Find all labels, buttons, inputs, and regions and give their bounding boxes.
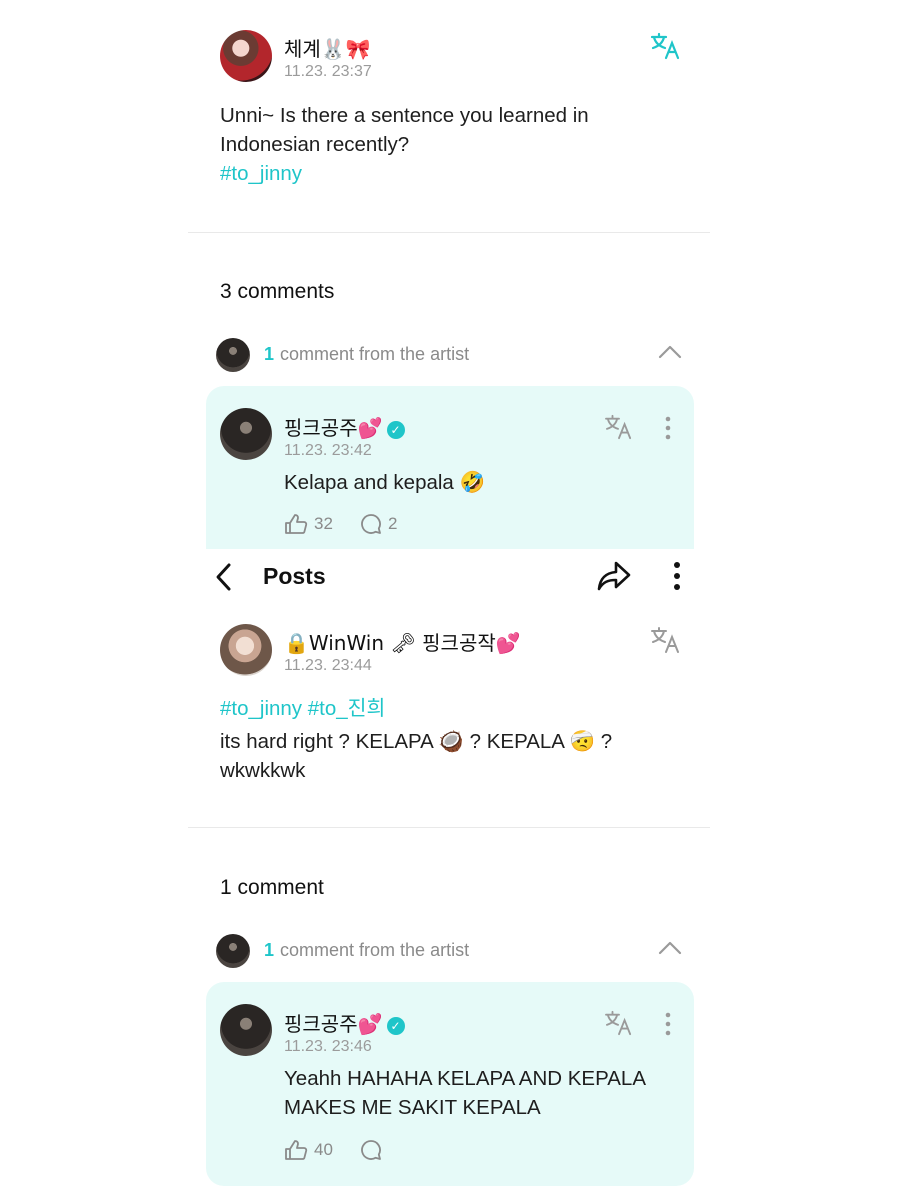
- chevron-up-icon[interactable]: [658, 940, 682, 956]
- artist-comment-toggle[interactable]: 1 comment from the artist: [264, 344, 469, 365]
- divider: [188, 232, 710, 233]
- chevron-up-icon[interactable]: [658, 344, 682, 360]
- more-vert-icon[interactable]: [664, 416, 672, 440]
- post-time: 11.23. 23:44: [284, 657, 372, 674]
- divider: [188, 827, 710, 828]
- like-icon: [285, 1140, 308, 1160]
- avatar[interactable]: [220, 1004, 272, 1056]
- comment-text-line2: MAKES ME SAKIT KEPALA: [284, 1096, 541, 1119]
- artist-comment-card: 핑크공주💕 ✓ 11.23. 23:46 Yeahh HAHAHA KELAPA …: [206, 982, 694, 1186]
- verified-icon: ✓: [386, 420, 405, 439]
- post-text-line1: Unni~ Is there a sentence you learned in: [220, 104, 589, 127]
- comments-count: 3 comments: [220, 280, 335, 303]
- avatar[interactable]: [220, 408, 272, 460]
- artist-comment-count: 1: [264, 344, 275, 364]
- artist-comment-toggle[interactable]: 1 comment from the artist: [264, 940, 469, 961]
- back-icon[interactable]: [214, 562, 234, 592]
- artist-comment-label: comment from the artist: [280, 940, 470, 960]
- hashtag-link[interactable]: #to_jinny #to_진희: [220, 694, 385, 723]
- post-author[interactable]: 체계🐰🎀: [284, 33, 371, 62]
- translate-icon[interactable]: [650, 32, 682, 60]
- comment-text: Kelapa and kepala 🤣: [284, 471, 486, 494]
- reply-button[interactable]: [360, 1139, 382, 1161]
- comment-author-name: 핑크공주💕: [284, 1012, 383, 1036]
- comment-time: 11.23. 23:42: [284, 442, 372, 459]
- avatar[interactable]: [220, 30, 272, 82]
- post-text-line2: wkwkkwk: [220, 759, 306, 782]
- like-count: 32: [314, 514, 333, 533]
- hashtag-link[interactable]: #to_jinny: [220, 159, 302, 188]
- page-title: Posts: [263, 563, 326, 589]
- like-button[interactable]: 40: [284, 1139, 333, 1161]
- reply-icon: [361, 1140, 381, 1160]
- translate-icon[interactable]: [604, 414, 634, 440]
- verified-icon: ✓: [386, 1016, 405, 1035]
- more-vert-icon[interactable]: [664, 1012, 672, 1036]
- comment-text-line1: Yeahh HAHAHA KELAPA AND KEPALA: [284, 1067, 646, 1090]
- artist-avatar: [216, 934, 250, 968]
- post-text-line2: Indonesian recently?: [220, 133, 410, 156]
- avatar[interactable]: [220, 624, 272, 676]
- reply-count: 2: [388, 514, 398, 533]
- artist-avatar: [216, 338, 250, 372]
- like-icon: [285, 514, 308, 534]
- translate-icon[interactable]: [650, 626, 682, 654]
- comments-count: 1 comment: [220, 876, 324, 899]
- post-text-line1: its hard right ? KELAPA 🥥 ? KEPALA 🤕 ?: [220, 730, 613, 753]
- post-author[interactable]: 🔒WinWin 🗝 핑크공작💕: [284, 627, 521, 656]
- share-icon[interactable]: [596, 560, 632, 592]
- artist-comment-card: 핑크공주💕 ✓ 11.23. 23:42 Kelapa and kepala 🤣 …: [206, 386, 694, 549]
- more-vert-icon[interactable]: [673, 561, 681, 591]
- translate-icon[interactable]: [604, 1010, 634, 1036]
- comment-author[interactable]: 핑크공주💕 ✓: [284, 412, 405, 441]
- comment-author-name: 핑크공주💕: [284, 416, 383, 440]
- like-count: 40: [314, 1140, 333, 1159]
- artist-comment-count: 1: [264, 940, 275, 960]
- reply-button[interactable]: 2: [360, 513, 397, 535]
- like-button[interactable]: 32: [284, 513, 333, 535]
- post-time: 11.23. 23:37: [284, 63, 372, 80]
- comment-time: 11.23. 23:46: [284, 1038, 372, 1055]
- comment-author[interactable]: 핑크공주💕 ✓: [284, 1008, 405, 1037]
- reply-icon: [361, 514, 381, 534]
- artist-comment-label: comment from the artist: [280, 344, 470, 364]
